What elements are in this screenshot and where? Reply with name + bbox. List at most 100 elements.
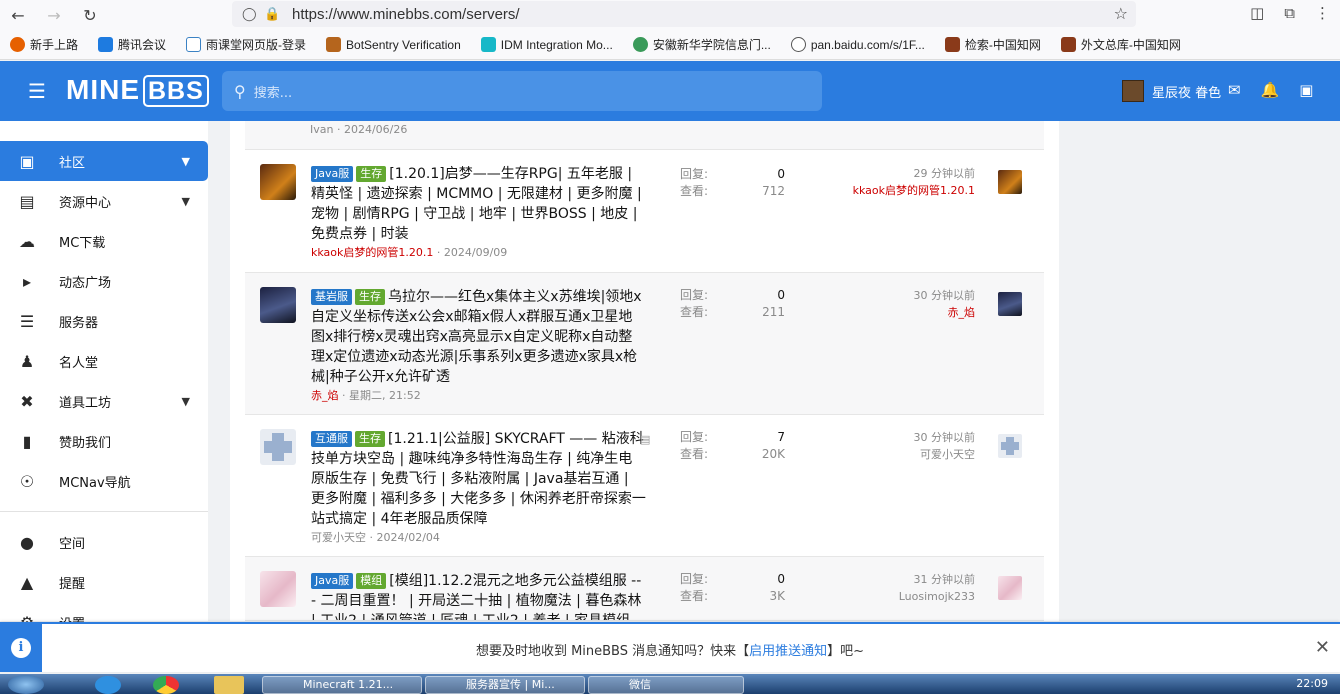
last-post[interactable]: 29 分钟以前 kkaok启梦的网管1.20.1 bbox=[830, 165, 975, 199]
table-row: 基岩服 生存 乌拉尔——红色x集体主义x苏维埃|领地x自定义坐标传送x公会x邮箱x假… bbox=[245, 273, 1044, 415]
system-clock[interactable]: 22:09 bbox=[1296, 677, 1328, 690]
extensions-icon[interactable]: ⧉ bbox=[1284, 4, 1295, 22]
start-button[interactable] bbox=[8, 675, 44, 694]
stat-labels: 回复: 查看: bbox=[680, 167, 709, 198]
avatar[interactable] bbox=[260, 287, 296, 323]
thread-title[interactable]: Java服 生存 [1.20.1]启梦——生存RPG| 五年老服 | 精英怪 | 遗… bbox=[311, 164, 646, 244]
stat-values: 0 712 bbox=[762, 167, 785, 198]
avatar[interactable] bbox=[998, 170, 1022, 194]
attachment-icon: ▤ bbox=[640, 433, 651, 446]
chevron-down-icon[interactable]: ▼ bbox=[182, 195, 190, 208]
push-notification-banner: i 想要及时地收到 MineBBS 消息通知吗？快来【启用推送通知】吧~ ✕ bbox=[0, 622, 1340, 672]
cloud-download-icon: ☁ bbox=[19, 231, 35, 251]
sidebar-item-sponsor[interactable]: ▮ 赞助我们 bbox=[0, 421, 208, 461]
sidebar-item-hall-of-fame[interactable]: ♟ 名人堂 bbox=[0, 341, 208, 381]
avatar[interactable] bbox=[998, 292, 1022, 316]
avatar[interactable] bbox=[998, 576, 1022, 600]
bookmark-item[interactable]: pan.baidu.com/s/1F... bbox=[790, 37, 925, 52]
sidebar: ▣ 社区 ▼ ▤ 资源中心 ▼ ☁ MC下载 ▸ 动态广场 ☰ 服务器 ♟ 名人… bbox=[0, 121, 208, 632]
bookmark-item[interactable]: BotSentry Verification bbox=[326, 37, 461, 52]
table-row: Java服 模组 [模组]1.12.2混元之地多元公益模组服 --- 二周目重置！ … bbox=[245, 557, 1044, 621]
tools-icon: ✖ bbox=[20, 391, 34, 411]
taskbar-window[interactable]: Minecraft 1.21... bbox=[262, 676, 422, 694]
table-row: 互通服 生存 [1.21.1|公益服] SKYCRAFT —— 粘液科技单方块空岛 … bbox=[245, 415, 1044, 557]
avatar[interactable] bbox=[260, 164, 296, 200]
battery-icon: ▮ bbox=[22, 431, 32, 451]
menu-icon[interactable]: ⋮ bbox=[1315, 4, 1330, 22]
avatar[interactable] bbox=[998, 434, 1022, 458]
bookmark-item[interactable]: 腾讯会议 bbox=[98, 36, 166, 53]
os-taskbar: Minecraft 1.21... 服务器宣传 | Mi... 微信 22:09 bbox=[0, 674, 1340, 694]
avatar[interactable] bbox=[260, 429, 296, 465]
user-menu[interactable]: 星辰夜 眷色 bbox=[1122, 80, 1221, 102]
chrome-icon[interactable] bbox=[153, 676, 179, 694]
username: 星辰夜 眷色 bbox=[1152, 85, 1222, 101]
stat-values: 7 20K bbox=[761, 430, 785, 461]
sidebar-item-mcnav[interactable]: ☉ MCNav导航 bbox=[0, 461, 208, 501]
bookmark-star-icon[interactable]: ☆ bbox=[1114, 4, 1128, 23]
sidebar-item-servers[interactable]: ☰ 服务器 bbox=[0, 301, 208, 341]
chevron-down-icon[interactable]: ▼ bbox=[182, 395, 190, 408]
megaphone-icon: ▸ bbox=[22, 271, 32, 291]
search-placeholder: 搜索... bbox=[253, 85, 293, 101]
last-post[interactable]: 31 分钟以前 Luosimojk233 bbox=[830, 571, 975, 605]
thread-title[interactable]: 基岩服 生存 乌拉尔——红色x集体主义x苏维埃|领地x自定义坐标传送x公会x邮箱x假… bbox=[311, 287, 646, 387]
thread-meta: 赤_焰 · 星期二, 21:52 bbox=[311, 389, 421, 402]
sidebar-item-resources[interactable]: ▤ 资源中心 ▼ bbox=[0, 181, 208, 221]
search-input[interactable]: ⚲ 搜索... bbox=[222, 71, 822, 111]
thread-title[interactable]: 互通服 生存 [1.21.1|公益服] SKYCRAFT —— 粘液科技单方块空岛 … bbox=[311, 429, 646, 529]
site-logo[interactable]: MINE BBS bbox=[66, 74, 209, 107]
table-row: Ivan · 2024/06/26 bbox=[245, 121, 1044, 150]
taskbar-window[interactable]: 微信 bbox=[588, 676, 744, 694]
taskbar-window[interactable]: 服务器宣传 | Mi... bbox=[425, 676, 585, 694]
bookmark-item[interactable]: 雨课堂网页版-登录 bbox=[186, 36, 306, 53]
last-post[interactable]: 30 分钟以前 可爱小天空 bbox=[830, 429, 976, 463]
avatar[interactable] bbox=[260, 571, 296, 607]
bell-icon[interactable]: 🔔 bbox=[1261, 81, 1280, 99]
chevron-down-icon[interactable]: ▼ bbox=[182, 155, 190, 168]
sidebar-item-feed[interactable]: ▸ 动态广场 bbox=[0, 261, 208, 301]
stat-values: 0 211 bbox=[762, 288, 785, 319]
server-icon: ☰ bbox=[19, 311, 35, 331]
stat-values: 0 3K bbox=[769, 572, 785, 603]
chat-icon: ▣ bbox=[19, 151, 35, 171]
back-icon[interactable]: ← bbox=[0, 2, 36, 28]
forward-icon[interactable]: → bbox=[36, 2, 72, 28]
stat-labels: 回复: 查看: bbox=[680, 430, 709, 461]
sidebar-item-alerts[interactable]: ▲ 提醒 bbox=[0, 562, 208, 602]
close-icon[interactable]: ✕ bbox=[1315, 637, 1330, 658]
reload-icon[interactable]: ↻ bbox=[72, 2, 108, 28]
sidebar-item-space[interactable]: ● 空间 bbox=[0, 522, 208, 562]
bookmark-item[interactable]: 新手上路 bbox=[10, 36, 78, 53]
sidebar-item-community[interactable]: ▣ 社区 ▼ bbox=[0, 141, 208, 181]
folder-icon[interactable] bbox=[214, 676, 244, 694]
sidebar-divider bbox=[0, 511, 208, 512]
bookmark-item[interactable]: IDM Integration Mo... bbox=[480, 37, 613, 52]
ie-icon[interactable] bbox=[95, 676, 121, 694]
lock-icon: 🔒 bbox=[264, 6, 281, 22]
pocket-icon[interactable]: ◫ bbox=[1250, 4, 1264, 22]
stat-labels: 回复: 查看: bbox=[680, 288, 709, 319]
last-post[interactable]: 30 分钟以前 赤_焰 bbox=[830, 287, 976, 321]
sidebar-item-mc-download[interactable]: ☁ MC下载 bbox=[0, 221, 208, 261]
bell-icon: ▲ bbox=[20, 572, 34, 592]
mail-icon[interactable]: ✉ bbox=[1228, 81, 1241, 99]
sidebar-item-tools[interactable]: ✖ 道具工坊 ▼ bbox=[0, 381, 208, 421]
hamburger-menu-icon[interactable]: ☰ bbox=[28, 79, 50, 103]
wallet-icon[interactable]: ▣ bbox=[1299, 81, 1313, 99]
address-bar[interactable]: ◯ 🔒 https://www.minebbs.com/servers/ ☆ bbox=[232, 1, 1136, 27]
avatar bbox=[1122, 80, 1144, 102]
bookmark-item[interactable]: 检索-中国知网 bbox=[944, 36, 1041, 53]
bookmark-item[interactable]: 安徽新华学院信息门... bbox=[632, 36, 771, 53]
enable-push-link[interactable]: 启用推送通知 bbox=[749, 644, 827, 659]
person-icon: ♟ bbox=[19, 351, 35, 371]
url-text[interactable]: https://www.minebbs.com/servers/ bbox=[292, 6, 520, 23]
bookmark-item[interactable]: 外文总库-中国知网 bbox=[1060, 36, 1181, 53]
thread-meta: kkaok启梦的网管1.20.1 · 2024/09/09 bbox=[311, 246, 508, 259]
thread-meta: 可爱小天空 · 2024/02/04 bbox=[311, 531, 440, 544]
user-icon: ● bbox=[20, 532, 34, 552]
thread-meta: Ivan · 2024/06/26 bbox=[310, 123, 408, 136]
site-header: ☰ MINE BBS ⚲ 搜索... 星辰夜 眷色 ✉ 🔔 ▣ bbox=[0, 61, 1340, 121]
thread-title[interactable]: Java服 模组 [模组]1.12.2混元之地多元公益模组服 --- 二周目重置！ … bbox=[311, 571, 646, 620]
search-icon: ⚲ bbox=[234, 81, 246, 101]
